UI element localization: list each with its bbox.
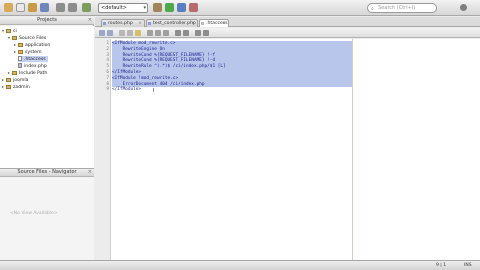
search-icon: ⌕: [371, 6, 374, 12]
search-placeholder: Search (Ctrl+I): [378, 5, 416, 11]
find-previous-icon[interactable]: [119, 30, 125, 36]
folder-icon: [12, 35, 17, 40]
code-line[interactable]: </IfModule>: [112, 87, 141, 93]
main-toolbar: <default> ▾ ⌕ Search (Ctrl+I): [0, 0, 480, 16]
mouse-cursor-icon: I: [153, 88, 155, 94]
tree-item-label: application: [25, 43, 51, 48]
close-icon[interactable]: ×: [138, 20, 142, 27]
tab-htaccess[interactable]: .htaccess ×: [199, 19, 229, 27]
tree-item-label: system: [25, 50, 42, 55]
navigator-empty-text: <No View Available>: [10, 211, 58, 216]
shift-right-icon[interactable]: [183, 30, 189, 36]
comment-icon[interactable]: [195, 30, 201, 36]
line-number: 9: [106, 87, 109, 93]
close-icon[interactable]: ×: [88, 17, 92, 24]
php-file-icon: [103, 22, 106, 25]
folder-icon: [12, 70, 17, 75]
tab-label: routes.php: [108, 21, 133, 26]
editor-tab-bar: routes.php × test_controller.php × .htac…: [95, 17, 480, 27]
file-icon: [18, 56, 22, 61]
code-editor[interactable]: 1 2 3 4 5 6 7 8 9 <IfModule mod_rewrite.…: [95, 39, 480, 260]
forward-icon[interactable]: [107, 30, 113, 36]
status-bar: 9 | 1 INS: [0, 260, 480, 270]
toggle-bookmark-icon[interactable]: [163, 30, 169, 36]
back-icon[interactable]: [99, 30, 105, 36]
tree-item-application[interactable]: ▸ application: [14, 42, 50, 48]
run-project-icon[interactable]: [165, 3, 174, 12]
shift-left-icon[interactable]: [175, 30, 181, 36]
tree-item-include-path[interactable]: ▸ Include Path: [8, 70, 47, 76]
configuration-select-value: <default>: [101, 5, 127, 11]
projects-panel: Projects × ▾ ci ▾ Source Files ▸ applicatio…: [0, 17, 94, 260]
tree-item-htaccess[interactable]: .htaccess: [18, 56, 48, 62]
next-bookmark-icon[interactable]: [155, 30, 161, 36]
toggle-highlight-icon[interactable]: [135, 30, 141, 36]
tree-item-label: Source Files: [19, 36, 47, 41]
close-icon[interactable]: ×: [191, 20, 195, 27]
folder-icon: [18, 49, 23, 54]
projects-panel-title: Projects ×: [0, 17, 94, 25]
tab-test-controller-php[interactable]: test_controller.php ×: [146, 19, 198, 27]
undo-icon[interactable]: [56, 3, 65, 12]
cursor-position: 9 | 1: [436, 263, 447, 268]
clean-build-icon[interactable]: [153, 3, 162, 12]
redo-icon[interactable]: [68, 3, 77, 12]
tree-item-ci[interactable]: ▾ ci: [2, 28, 17, 34]
insert-mode: INS: [464, 263, 472, 268]
tree-item-joomla[interactable]: ▸ joomla: [2, 77, 28, 83]
search-input[interactable]: ⌕ Search (Ctrl+I): [367, 3, 437, 13]
folder-icon: [18, 42, 23, 47]
close-icon[interactable]: ×: [222, 20, 226, 27]
profile-project-icon[interactable]: [189, 3, 198, 12]
project-tree: ▾ ci ▾ Source Files ▸ application ▸ system .…: [0, 26, 94, 178]
open-project-icon[interactable]: [28, 3, 37, 12]
php-file-icon: [18, 63, 22, 68]
project-icon: [6, 84, 11, 89]
line-number-gutter: 1 2 3 4 5 6 7 8 9: [95, 39, 111, 260]
projects-title-label: Projects: [37, 17, 57, 23]
ide-window: <default> ▾ ⌕ Search (Ctrl+I) Projects ×…: [0, 0, 480, 270]
tree-item-label: zadmin: [13, 85, 30, 90]
tree-item-label: index.php: [24, 64, 47, 69]
build-icon[interactable]: [82, 3, 91, 12]
tree-item-system[interactable]: ▸ system: [14, 49, 42, 55]
navigator-panel-title: Source Files - Navigator ×: [0, 169, 94, 177]
debug-project-icon[interactable]: [177, 3, 186, 12]
configuration-select[interactable]: <default> ▾: [98, 3, 148, 13]
new-project-icon[interactable]: [4, 3, 13, 12]
save-all-icon[interactable]: [40, 3, 49, 12]
project-icon: [6, 28, 11, 33]
navigator-panel: Source Files - Navigator × <No View Avai…: [0, 168, 94, 260]
tree-item-zadmin[interactable]: ▸ zadmin: [2, 84, 30, 90]
chevron-down-icon: ▾: [143, 5, 146, 11]
close-icon[interactable]: ×: [88, 169, 92, 176]
editor-toolbar: [95, 28, 480, 38]
tab-routes-php[interactable]: routes.php ×: [101, 19, 145, 27]
right-margin-guide: [352, 39, 353, 260]
file-icon: [201, 22, 204, 25]
tree-item-label: Include Path: [19, 71, 48, 76]
new-file-icon[interactable]: [16, 3, 25, 12]
tree-item-label: .htaccess: [24, 57, 46, 62]
uncomment-icon[interactable]: [203, 30, 209, 36]
php-file-icon: [148, 22, 151, 25]
previous-bookmark-icon[interactable]: [147, 30, 153, 36]
tree-item-label: joomla: [13, 78, 29, 83]
tree-item-source-files[interactable]: ▾ Source Files: [8, 35, 46, 41]
tree-item-index-php[interactable]: index.php: [18, 63, 47, 69]
find-next-icon[interactable]: [127, 30, 133, 36]
window-control-icon[interactable]: [460, 4, 467, 11]
tab-label: test_controller.php: [153, 21, 196, 26]
navigator-title-label: Source Files - Navigator: [17, 169, 77, 175]
tree-item-label: ci: [13, 29, 17, 34]
project-icon: [6, 77, 11, 82]
